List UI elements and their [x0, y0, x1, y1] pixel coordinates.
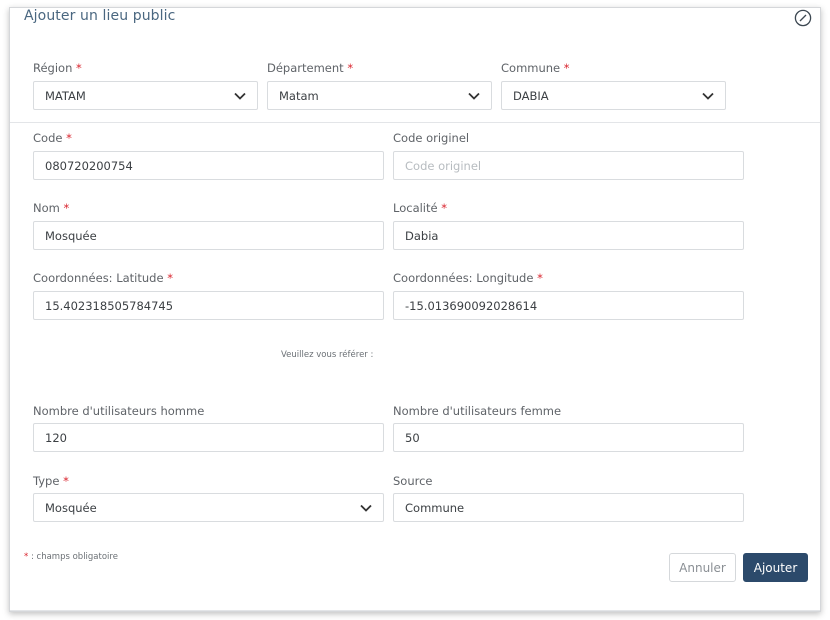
commune-label: Commune * [501, 61, 570, 75]
type-select-value: Mosquée [45, 500, 97, 515]
chevron-down-icon [234, 92, 246, 100]
nom-label: Nom * [33, 201, 70, 215]
region-select-value: MATAM [45, 88, 86, 103]
users-femme-input[interactable]: 50 [393, 423, 744, 452]
users-femme-label: Nombre d'utilisateurs femme [393, 404, 562, 418]
chevron-down-icon [468, 92, 480, 100]
required-fields-note: * : champs obligatoire [24, 552, 118, 562]
code-label: Code * [33, 131, 72, 145]
departement-select-value: Matam [279, 88, 319, 103]
cancel-button[interactable]: Annuler [669, 553, 736, 582]
departement-label: Département * [267, 61, 354, 75]
chevron-down-icon [702, 92, 714, 100]
departement-select[interactable]: Matam [267, 81, 492, 110]
latitude-label: Coordonnées: Latitude * [33, 271, 173, 285]
users-homme-input[interactable]: 120 [33, 423, 384, 452]
region-label: Région * [33, 61, 82, 75]
nom-input[interactable]: Mosquée [33, 221, 384, 250]
add-public-place-modal: Ajouter un lieu public Région * MATAM Dé… [9, 7, 821, 612]
chevron-down-icon [360, 504, 372, 512]
code-originel-input[interactable]: Code originel [393, 151, 744, 180]
divider [10, 610, 820, 611]
type-select[interactable]: Mosquée [33, 493, 384, 522]
source-input[interactable]: Commune [393, 493, 744, 522]
close-icon[interactable] [794, 9, 812, 27]
divider [10, 122, 820, 123]
latitude-input[interactable]: 15.402318505784745 [33, 291, 384, 320]
add-button[interactable]: Ajouter [743, 553, 808, 582]
code-originel-label: Code originel [393, 131, 470, 145]
commune-select[interactable]: DABIA [501, 81, 726, 110]
longitude-input[interactable]: -15.013690092028614 [393, 291, 744, 320]
code-input[interactable]: 080720200754 [33, 151, 384, 180]
commune-select-value: DABIA [513, 88, 549, 103]
region-select[interactable]: MATAM [33, 81, 258, 110]
source-label: Source [393, 474, 433, 488]
localite-label: Localité * [393, 201, 447, 215]
localite-input[interactable]: Dabia [393, 221, 744, 250]
longitude-label: Coordonnées: Longitude * [393, 271, 543, 285]
modal-title: Ajouter un lieu public [24, 8, 176, 24]
reference-note: Veuillez vous référer : [281, 350, 374, 360]
users-homme-label: Nombre d'utilisateurs homme [33, 404, 205, 418]
type-label: Type * [33, 474, 69, 488]
